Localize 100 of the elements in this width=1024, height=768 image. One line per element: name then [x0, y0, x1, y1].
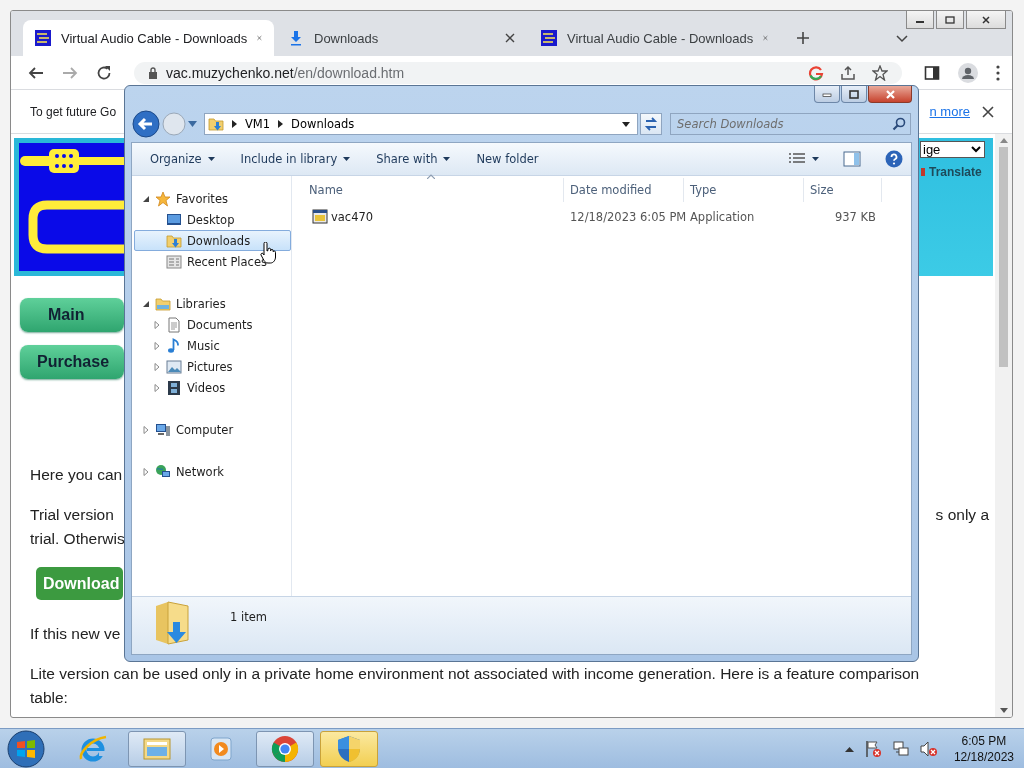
translate-link[interactable]: Translate — [929, 165, 982, 179]
taskbar-button[interactable] — [320, 730, 378, 767]
file-row[interactable]: vac470 12/18/2023 6:05 PM Application 937 KB — [292, 206, 911, 228]
paragraph-text: s only a — [935, 505, 989, 525]
column-header[interactable]: Type — [684, 178, 804, 202]
clock-time: 6:05 PM — [961, 732, 1007, 749]
profile-icon[interactable] — [958, 62, 978, 83]
star-icon[interactable] — [872, 64, 888, 81]
nav-item[interactable]: Documents — [134, 314, 291, 335]
clock-date: 12/18/2023 — [953, 748, 1014, 765]
new-tab-icon[interactable] — [796, 31, 810, 45]
cable-favicon-icon — [541, 30, 557, 46]
scroll-up-icon[interactable] — [999, 138, 1008, 143]
close-icon[interactable] — [982, 105, 994, 118]
chevron-down-icon[interactable] — [896, 35, 908, 43]
scrollbar-thumb[interactable] — [999, 147, 1008, 367]
maximize-button[interactable] — [841, 86, 867, 103]
translate-icon — [920, 167, 926, 177]
item-count: 1 item — [230, 610, 267, 624]
download-folder-icon — [208, 116, 224, 132]
menu-icon[interactable] — [996, 64, 1000, 81]
flag-icon[interactable] — [863, 739, 882, 758]
download-button[interactable]: Download — [36, 567, 123, 600]
toolbar-button[interactable]: Include in library — [232, 149, 359, 169]
nav-item[interactable]: Desktop — [134, 209, 291, 230]
download-icon — [288, 30, 304, 46]
expander-icon[interactable] — [142, 299, 150, 308]
paragraph-text: Lite version can be used only in a private home environment not associated with income generation. Here is a feature comparison — [30, 664, 920, 684]
nav-item[interactable]: Favorites — [134, 188, 291, 209]
taskbar-button[interactable] — [128, 730, 186, 767]
taskbar-button[interactable] — [256, 730, 314, 767]
dropdown-caret-icon — [971, 146, 981, 153]
refresh-button[interactable] — [640, 113, 662, 135]
breadcrumb-item[interactable]: Downloads — [291, 117, 355, 131]
google-icon[interactable] — [808, 64, 824, 81]
history-caret-icon[interactable] — [188, 121, 197, 127]
expander-icon[interactable] — [142, 194, 150, 203]
nav-item[interactable]: Computer — [134, 419, 291, 440]
close-icon — [981, 15, 991, 24]
music-note-icon — [166, 337, 182, 354]
maximize-icon — [945, 15, 955, 24]
close-button[interactable] — [868, 86, 912, 103]
application-icon — [312, 209, 328, 225]
star-icon — [155, 190, 171, 207]
breadcrumb-arrow-icon[interactable] — [278, 120, 284, 128]
desktop-icon — [166, 211, 182, 228]
dropdown-caret-icon[interactable] — [622, 121, 630, 127]
breadcrumb-arrow-icon[interactable] — [232, 120, 237, 128]
maximize-button[interactable] — [936, 11, 964, 29]
nav-button[interactable]: Purchase — [20, 345, 124, 379]
address-bar[interactable]: vac.muzychenko.net/en/download.htm — [134, 61, 902, 84]
nav-item[interactable]: Downloads — [134, 230, 291, 251]
back-button-icon[interactable] — [132, 110, 160, 138]
learn-more-link[interactable]: n more — [929, 104, 970, 119]
nav-item[interactable]: Music — [134, 335, 291, 356]
scrollbar[interactable] — [995, 134, 1012, 717]
column-header[interactable]: Date modified — [564, 178, 684, 202]
muted-speaker-icon[interactable] — [919, 739, 938, 758]
nav-item[interactable]: Network — [134, 461, 291, 482]
toolbar-button[interactable]: Share with — [368, 149, 459, 169]
close-icon[interactable] — [505, 33, 515, 43]
browser-tab[interactable]: Downloads — [276, 20, 527, 56]
minimize-button[interactable] — [906, 11, 934, 29]
start-button[interactable] — [6, 728, 46, 768]
toolbar-button[interactable]: New folder — [468, 149, 547, 169]
clock[interactable]: 6:05 PM 12/18/2023 — [953, 732, 1014, 765]
picture-icon — [166, 358, 182, 375]
search-icon[interactable] — [892, 117, 906, 131]
breadcrumb-bar[interactable]: VM1 Downloads — [204, 113, 638, 135]
paragraph-text: Trial version — [30, 505, 114, 525]
view-list-icon[interactable] — [788, 152, 806, 166]
breadcrumb-item[interactable]: VM1 — [245, 117, 271, 131]
scroll-down-icon[interactable] — [999, 708, 1008, 713]
nav-button[interactable]: Main — [20, 298, 124, 332]
browser-tab[interactable]: Virtual Audio Cable - Downloads — [23, 20, 274, 56]
download-folder-icon — [166, 232, 182, 249]
share-icon[interactable] — [840, 64, 856, 81]
close-button[interactable] — [966, 11, 1006, 29]
browser-tab[interactable]: Virtual Audio Cable - Downloads — [529, 20, 780, 56]
paragraph-text: table: — [30, 688, 68, 708]
paragraph-text: If this new ve — [30, 624, 121, 644]
reload-icon[interactable] — [96, 64, 112, 81]
nav-item[interactable]: Libraries — [134, 293, 291, 314]
nav-item[interactable]: Videos — [134, 377, 291, 398]
search-field[interactable]: Search Downloads — [670, 113, 911, 135]
network-icon[interactable] — [891, 739, 910, 758]
info-text: To get future Go — [30, 104, 117, 119]
library-folder-icon — [155, 295, 171, 312]
toolbar-button[interactable]: Organize — [142, 149, 223, 169]
nav-item[interactable]: Recent Places — [134, 251, 291, 272]
back-arrow-icon[interactable] — [28, 64, 44, 81]
language-select[interactable]: ige — [920, 141, 985, 158]
tray-arrow-icon[interactable] — [844, 745, 854, 752]
side-panel-icon[interactable] — [924, 64, 940, 81]
help-icon[interactable] — [885, 150, 903, 168]
nav-item[interactable]: Pictures — [134, 356, 291, 377]
dropdown-caret-icon[interactable] — [812, 157, 819, 161]
column-header[interactable]: Name — [292, 178, 564, 202]
lock-icon — [148, 66, 158, 79]
column-header[interactable]: Size — [804, 178, 882, 202]
